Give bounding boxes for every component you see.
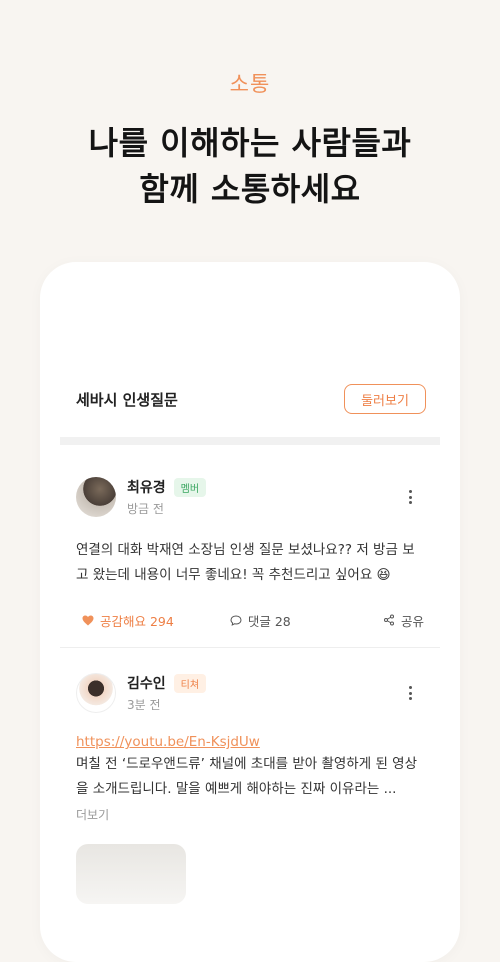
headline-line-1: 나를 이해하는 사람들과 — [88, 124, 412, 162]
post-time: 방금 전 — [127, 502, 164, 516]
share-label: 공유 — [400, 613, 424, 629]
post-card: 최유경 멤버 방금 전 연결의 대화 박재연 소장님 인생 질문 보셨나요?? … — [76, 476, 426, 630]
headline-line-2: 함께 소통하세요 — [139, 170, 361, 208]
post-time: 3분 전 — [127, 698, 161, 712]
chat-bubble-icon — [230, 614, 242, 626]
section-title: 세바시 인생질문 — [76, 390, 178, 409]
post-header: 김수인 티쳐 3분 전 — [76, 672, 426, 714]
community-section-header: 세바시 인생질문 둘러보기 — [76, 382, 426, 416]
author-name[interactable]: 김수인 — [127, 673, 166, 693]
like-button[interactable]: 공감해요 294 — [82, 611, 174, 630]
avatar[interactable] — [76, 673, 116, 713]
share-button[interactable]: 공유 — [383, 611, 424, 630]
browse-button[interactable]: 둘러보기 — [344, 384, 426, 414]
post-body: 며칠 전 ‘드로우앤드류’ 채널에 초대를 받아 촬영하게 된 영상을 소개드립… — [76, 756, 417, 797]
video-link[interactable]: https://youtu.be/En-KsjdUw — [76, 734, 426, 750]
author-name[interactable]: 최유경 — [127, 477, 166, 497]
headline: 나를 이해하는 사람들과 함께 소통하세요 — [0, 120, 500, 212]
share-icon — [383, 614, 394, 626]
comment-button[interactable]: 댓글 28 — [230, 611, 291, 630]
teacher-badge: 티쳐 — [173, 673, 207, 693]
avatar[interactable] — [76, 477, 116, 517]
post-actions: 공감해요 294 댓글 28 공유 — [76, 610, 426, 630]
heart-icon — [82, 615, 94, 625]
post-header: 최유경 멤버 방금 전 — [76, 476, 426, 518]
author-info: 김수인 티쳐 3분 전 — [127, 673, 207, 713]
post-body: 연결의 대화 박재연 소장님 인생 질문 보셨나요?? 저 방금 보고 왔는데 … — [76, 542, 415, 583]
more-vertical-icon[interactable] — [402, 682, 418, 704]
post-divider — [60, 647, 440, 648]
video-thumbnail[interactable] — [76, 844, 186, 904]
member-badge: 멤버 — [173, 477, 207, 497]
author-info: 최유경 멤버 방금 전 — [127, 477, 207, 517]
read-more-link[interactable]: 더보기 — [76, 806, 426, 823]
comment-count: 댓글 28 — [247, 613, 291, 629]
section-eyebrow: 소통 — [229, 72, 271, 96]
section-divider — [60, 437, 440, 445]
post-card: 김수인 티쳐 3분 전 https://youtu.be/En-KsjdUw 며… — [76, 672, 426, 823]
like-count: 공감해요 294 — [100, 613, 174, 629]
phone-mockup: 세바시 인생질문 둘러보기 최유경 멤버 방금 전 연결의 대화 박재연 소장님… — [40, 262, 460, 962]
more-vertical-icon[interactable] — [402, 486, 418, 508]
